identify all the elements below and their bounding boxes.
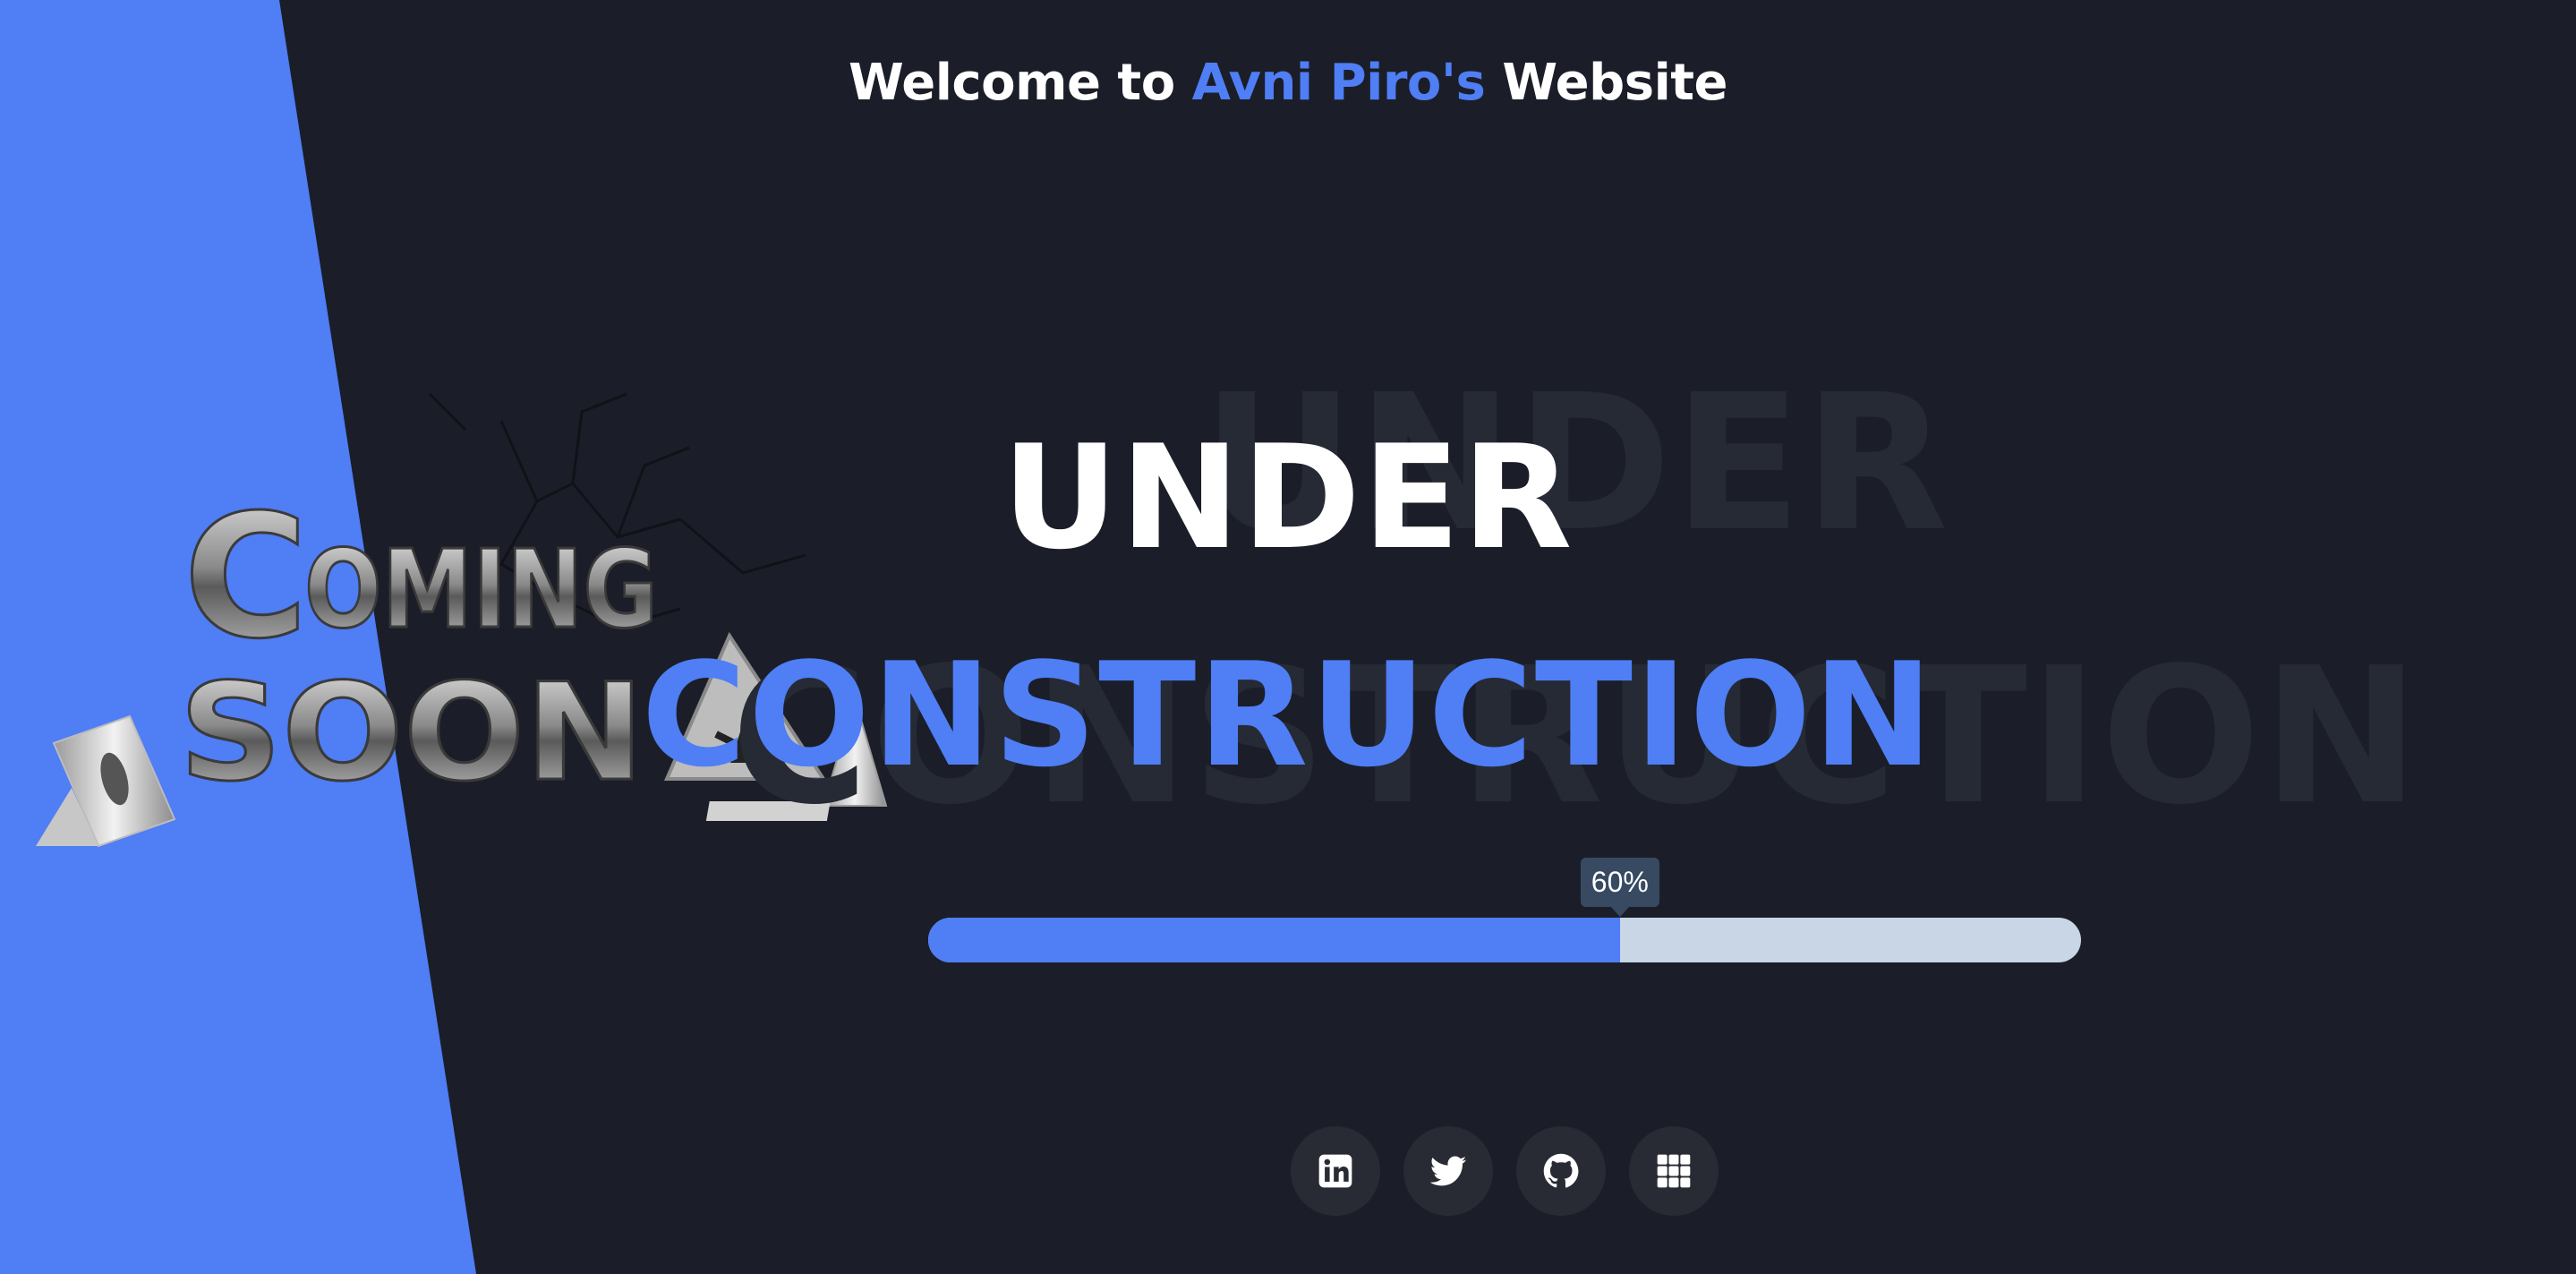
header-suffix: Website [1502, 54, 1728, 112]
linkedin-button[interactable] [1291, 1126, 1380, 1216]
apps-grid-icon [1657, 1154, 1691, 1188]
under-heading: UNDER [1002, 414, 1574, 581]
twitter-icon [1429, 1156, 1467, 1186]
twitter-button[interactable] [1403, 1126, 1493, 1216]
github-button[interactable] [1516, 1126, 1606, 1216]
social-links [1291, 1126, 1719, 1216]
header-prefix: Welcome to [848, 54, 1175, 112]
progress-tooltip: 60% [1580, 858, 1659, 907]
progress-bar: 60% [928, 858, 2081, 962]
owner-name: Avni Piro's [1191, 54, 1486, 112]
github-icon [1543, 1153, 1579, 1188]
construction-heading: CONSTRUCTION [641, 631, 1935, 799]
progress-fill [928, 918, 1620, 962]
apps-button[interactable] [1629, 1126, 1719, 1216]
page-header: Welcome to Avni Piro's Website [0, 54, 2576, 112]
linkedin-icon [1318, 1154, 1352, 1188]
